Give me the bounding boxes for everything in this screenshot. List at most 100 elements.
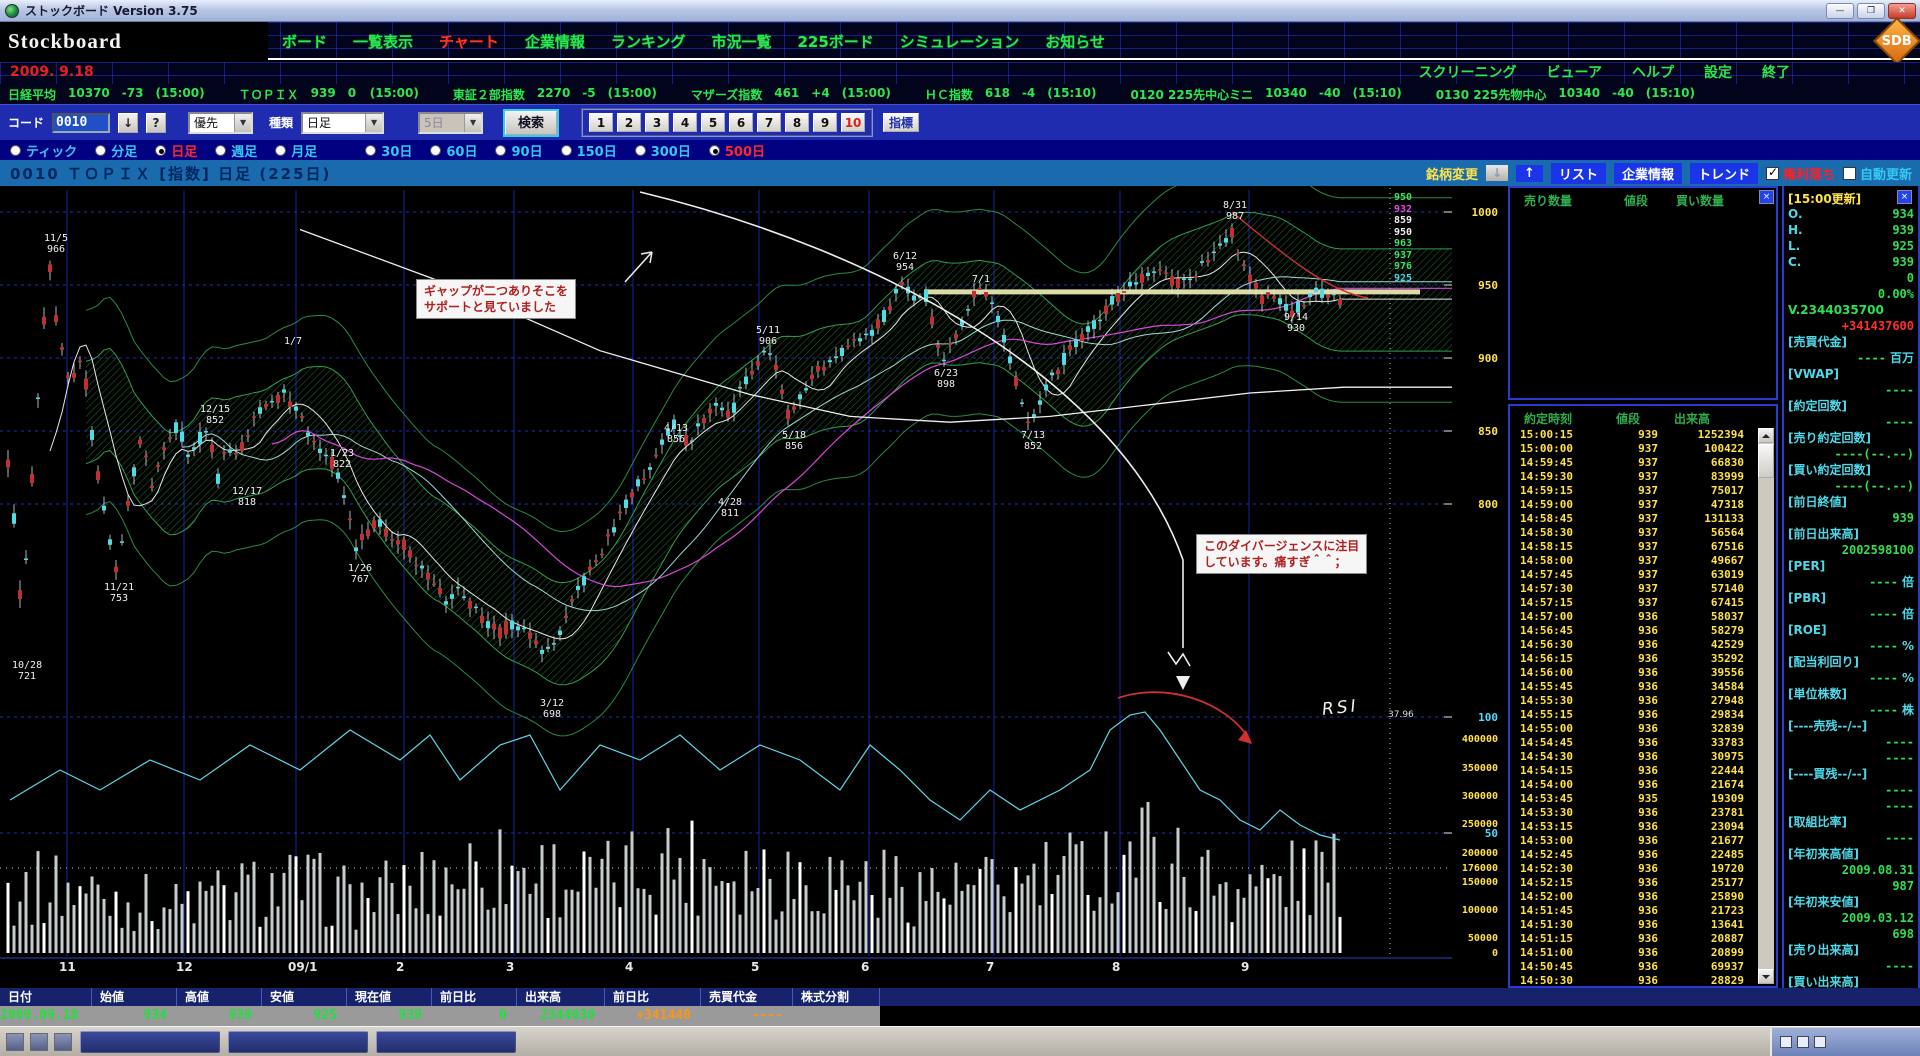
trade-row: 14:53:0093621677: [1510, 834, 1758, 848]
menu-item-link[interactable]: ボード: [282, 31, 327, 52]
code-spin-button[interactable]: ↓: [118, 113, 138, 133]
index-field: (15:10): [1646, 86, 1695, 103]
close-panel-icon[interactable]: ×: [1897, 190, 1912, 204]
code-input[interactable]: [52, 113, 110, 133]
chart-slot-button-8[interactable]: 8: [785, 113, 809, 132]
info-line: ----株: [1788, 702, 1914, 718]
index-field: -40: [1612, 86, 1634, 103]
company-info-button[interactable]: 企業情報: [1614, 163, 1682, 184]
timeframe-90日[interactable]: 90日: [495, 141, 542, 160]
trend-button[interactable]: トレンド: [1690, 163, 1758, 184]
index-quote: 東証２部指数2270-5(15:00): [453, 86, 657, 103]
index-field: (15:00): [155, 86, 204, 103]
info-line: [年初来安値]: [1788, 894, 1914, 910]
chart-slot-button-4[interactable]: 4: [673, 113, 697, 132]
top-button[interactable]: 終了: [1762, 62, 1790, 82]
timeframe-label: 90日: [511, 141, 542, 160]
top-button[interactable]: スクリーニング: [1419, 62, 1517, 82]
taskbar-window-button[interactable]: [80, 1031, 220, 1053]
quick-launch-icon[interactable]: [30, 1033, 48, 1051]
close-panel-icon[interactable]: ×: [1759, 190, 1774, 204]
timeframe-ティック[interactable]: ティック: [10, 141, 77, 160]
scroll-down-icon[interactable]: [1758, 969, 1774, 984]
menu-item-link[interactable]: 企業情報: [525, 31, 585, 52]
timeframe-週足[interactable]: 週足: [215, 141, 257, 160]
timeframe-月足[interactable]: 月足: [275, 141, 317, 160]
timeframe-label: 分足: [111, 141, 137, 160]
menu-item-link[interactable]: 一覧表示: [353, 31, 413, 52]
priority-select[interactable]: 優先 ▼: [188, 112, 253, 134]
menu-item-link[interactable]: ランキング: [611, 31, 686, 52]
timeframe-分足[interactable]: 分足: [95, 141, 137, 160]
chart-slot-button-7[interactable]: 7: [757, 113, 781, 132]
info-line: ----倍: [1788, 606, 1914, 622]
scroll-up-button[interactable]: ↑: [1516, 165, 1543, 182]
candlestick-chart[interactable]: RSI 37.96 100095090085080010050400000350…: [0, 186, 1508, 988]
quick-launch-icon[interactable]: [54, 1033, 72, 1051]
top-button[interactable]: ヘルプ: [1632, 62, 1674, 82]
minimize-button[interactable]: —: [1826, 3, 1854, 19]
app-icon: [5, 4, 19, 18]
menu-item-active[interactable]: チャート: [439, 31, 499, 52]
taskbar-window-button[interactable]: [376, 1031, 516, 1053]
timeframe-60日[interactable]: 60日: [430, 141, 477, 160]
index-field: ＨＣ指数: [925, 86, 973, 103]
indicator-button[interactable]: 指標: [883, 113, 919, 132]
info-line: H.939: [1788, 222, 1914, 238]
ask-qty-header: 売り数量: [1510, 192, 1572, 209]
help-button[interactable]: ?: [146, 113, 166, 133]
scroll-down-button[interactable]: ↓: [1486, 165, 1508, 181]
info-line: 0: [1788, 270, 1914, 286]
radio-icon: [95, 145, 106, 156]
summary-col-header: 日付: [0, 988, 92, 1006]
close-button[interactable]: ✕: [1888, 3, 1916, 19]
menu-item-link[interactable]: お知らせ: [1045, 31, 1105, 52]
index-field: -40: [1319, 86, 1341, 103]
menu-item-link[interactable]: 市況一覧: [711, 31, 771, 52]
quick-launch-icon[interactable]: [6, 1033, 24, 1051]
search-button[interactable]: 検索: [505, 111, 557, 135]
ex-rights-checkbox[interactable]: 権利落ち: [1766, 164, 1835, 183]
chart-slot-button-3[interactable]: 3: [645, 113, 669, 132]
top-button[interactable]: ビューア: [1547, 62, 1602, 82]
auto-update-checkbox[interactable]: 自動更新: [1843, 164, 1912, 183]
restore-button[interactable]: ❐: [1857, 3, 1885, 19]
chart-slot-button-10[interactable]: 10: [841, 113, 865, 132]
time-and-sales-list[interactable]: 15:00:15939125239415:00:0093710042214:59…: [1510, 428, 1758, 984]
list-button[interactable]: リスト: [1551, 163, 1606, 184]
radio-icon: [430, 145, 441, 156]
timeframe-label: ティック: [26, 141, 77, 160]
index-field: 10370: [68, 86, 110, 103]
trade-row: 14:59:3093783999: [1510, 470, 1758, 484]
scrollbar[interactable]: [1758, 428, 1774, 984]
timeframe-30日[interactable]: 30日: [365, 141, 412, 160]
top-button[interactable]: 設定: [1704, 62, 1732, 82]
chart-slot-button-1[interactable]: 1: [589, 113, 613, 132]
menu-item-link[interactable]: 225ボード: [797, 31, 873, 52]
tray-icon[interactable]: [1780, 1036, 1792, 1048]
tray-icon[interactable]: [1814, 1036, 1826, 1048]
period-select: 5日 ▼: [418, 112, 483, 134]
taskbar-window-button[interactable]: [228, 1031, 368, 1053]
index-quote: ＨＣ指数618-4(15:10): [925, 86, 1097, 103]
scrollbar-thumb[interactable]: [1758, 444, 1774, 478]
menu-item-link[interactable]: シミュレーション: [900, 31, 1019, 52]
trade-row: 14:52:3093619720: [1510, 862, 1758, 876]
summary-col-header: 前日比: [605, 988, 701, 1006]
tray-icon[interactable]: [1797, 1036, 1809, 1048]
timeframe-500日[interactable]: 500日: [709, 141, 765, 160]
summary-col-header: 出来高: [517, 988, 605, 1006]
info-line: [売り出来高]: [1788, 942, 1914, 958]
chart-slot-button-6[interactable]: 6: [729, 113, 753, 132]
timeframe-150日[interactable]: 150日: [561, 141, 617, 160]
trade-row: 14:59:4593766830: [1510, 456, 1758, 470]
chart-slot-button-2[interactable]: 2: [617, 113, 641, 132]
chart-slot-button-5[interactable]: 5: [701, 113, 725, 132]
timeframe-日足[interactable]: 日足: [155, 141, 197, 160]
info-line: ----%: [1788, 638, 1914, 654]
timeframe-300日[interactable]: 300日: [635, 141, 691, 160]
kind-select[interactable]: 日足 ▼: [301, 112, 384, 134]
scroll-up-icon[interactable]: [1758, 428, 1774, 443]
chart-slot-button-9[interactable]: 9: [813, 113, 837, 132]
info-line: [取組比率]: [1788, 814, 1914, 830]
